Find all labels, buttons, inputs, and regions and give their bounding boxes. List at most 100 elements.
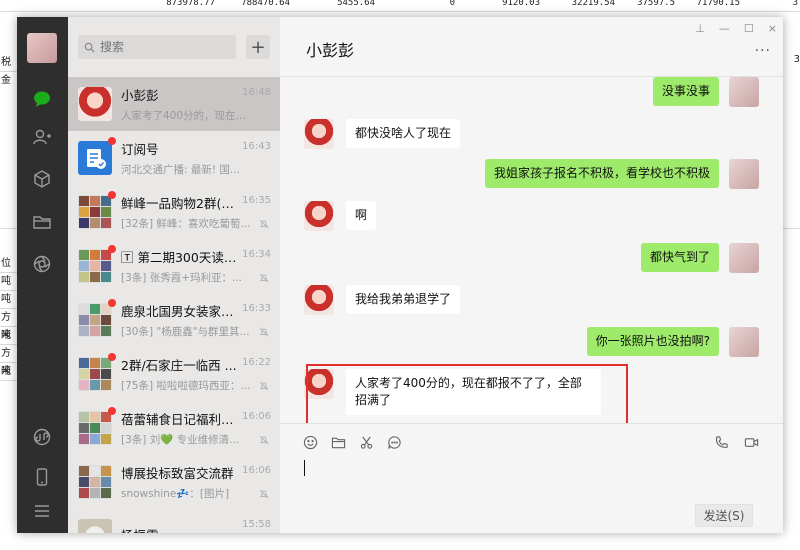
message-bubble: 你一张照片也没拍啊? [586,327,719,356]
chat-icon[interactable] [30,87,54,111]
message-bubble: 都快气到了 [640,243,719,272]
group-avatar [78,299,116,337]
chat-item[interactable]: 鹿泉北国男女装家居... [30条] "杨鹿鑫"与群里其... 16:33 [68,293,280,347]
chat-name: 鹿泉北国男女装家居... [121,304,239,319]
mute-bell-icon [259,327,269,337]
chat-item[interactable]: 小彭彭 人家考了400分的，现在都报不了... 16:48 [68,77,280,131]
phone-icon[interactable] [30,465,54,489]
avatar [729,327,759,357]
contacts-icon[interactable] [30,125,54,149]
voice-call-icon[interactable] [713,434,729,450]
message-mine: 我姐家孩子报名不积极，看学校也不积极 [484,159,759,189]
video-call-icon[interactable] [743,434,759,450]
search-row: + [68,17,280,77]
chat-item[interactable]: 杨振雷 15:58 [68,509,280,533]
chat-preview: 人家考了400分的，现在都报不了... [121,110,251,122]
group-avatar [78,465,112,499]
sheet-cell: 37597.5 [637,0,675,8]
sheet-cell: 5455.64 [337,0,375,8]
sheet-cell: 32219.54 [571,0,615,8]
chat-list-panel: + 小彭彭 人家考了400分的，现在都报不了... 16:48 订阅号 河北交通… [68,17,280,533]
mini-program-icon[interactable] [30,425,54,449]
chat-preview: [75条] 啦啦啦德玛西亚：... [121,380,251,392]
message-list: 没事没事 都快没啥人了现在 我姐家孩子报名不积极，看学校也不积极 啊 都快气到了… [280,77,783,423]
window-controls: ⊥ — ☐ × [695,22,777,35]
message-theirs: 我给我弟弟退学了 [304,285,461,315]
chat-time: 16:43 [242,141,271,152]
group-avatar [78,245,116,283]
chat-name: 杨振雷 [121,525,239,534]
chat-name: 鲜峰一品购物2群(禁... [121,196,239,211]
user-avatar[interactable] [27,33,57,63]
sheet-cell: 873978.77 [166,0,215,8]
sheet-left-label: 税金 [0,54,17,86]
message-bubble: 我给我弟弟退学了 [346,285,461,314]
call-toolbar [713,434,759,450]
file-icon[interactable] [330,434,346,450]
sheet-cell: 3 [792,0,798,8]
message-theirs: 啊 [304,201,377,231]
chat-item[interactable]: 订阅号 河北交通广播: 最新! 国... 16:43 [68,131,280,185]
screenshot-icon[interactable] [358,434,374,450]
chat-history-icon[interactable] [386,434,402,450]
close-button[interactable]: × [768,22,777,35]
unread-badge [108,137,116,145]
maximize-button[interactable]: ☐ [744,22,754,35]
emoji-icon[interactable] [302,434,318,450]
menu-icon[interactable] [30,499,54,523]
folder-icon[interactable] [30,210,54,234]
chat-name: 订阅号 [121,142,159,157]
chat-preview: [3条] 刘💚 专业维修清... [121,434,240,446]
sheet-cell: 9120.03 [502,0,540,8]
more-options-button[interactable]: ··· [755,43,771,59]
search-icon [84,42,95,53]
subscription-icon [78,137,116,175]
avatar [304,201,334,231]
search-input[interactable] [100,40,220,54]
search-box[interactable] [78,35,236,59]
chat-item[interactable]: 鲜峰一品购物2群(禁... [32条] 鲜峰：喜欢吃葡萄... 16:35 [68,185,280,239]
avatar [78,519,112,533]
nav-bar [17,17,68,533]
conversation-panel: 小彭彭 ⊥ — ☐ × ··· 没事没事 都快没啥人了现在 我姐家孩子报名不积极… [280,17,783,533]
unread-badge [108,353,116,361]
chat-time: 16:48 [242,87,271,98]
chat-preview: [30条] "杨鹿鑫"与群里其... [121,326,250,338]
mute-bell-icon [259,381,269,391]
send-button[interactable]: 发送(S) [695,504,753,527]
chat-item[interactable]: 🅃 第二期300天读 ... [3条] 张秀霞+玛利亚：... 16:34 [68,239,280,293]
chat-name: 小彭彭 [121,88,159,103]
pin-button[interactable]: ⊥ [695,22,705,35]
chat-preview: snowshine💤：[图片] [121,488,230,500]
wechat-window: + 小彭彭 人家考了400分的，现在都报不了... 16:48 订阅号 河北交通… [17,17,783,533]
moments-icon[interactable] [30,252,54,276]
message-mine: 都快气到了 [640,243,759,273]
chat-time: 16:33 [242,303,271,314]
avatar [78,87,112,121]
mute-bell-icon [259,435,269,445]
mute-bell-icon [259,273,269,283]
message-bubble: 都快没啥人了现在 [346,119,461,148]
mute-bell-icon [259,219,269,229]
avatar [729,243,759,273]
text-cursor[interactable] [304,460,305,476]
sheet-cell: 0 [449,0,455,8]
chat-item[interactable]: 博展投标致富交流群 snowshine💤：[图片] 16:06 [68,455,280,509]
group-avatar [78,191,116,229]
input-area: 发送(S) [280,423,783,533]
chat-item[interactable]: 蓓蕾辅食日记福利群... [3条] 刘💚 专业维修清... 16:06 [68,401,280,455]
message-bubble: 啊 [346,201,377,230]
input-toolbar [302,434,402,450]
chat-item[interactable]: 2群/石家庄一临西 ... [75条] 啦啦啦德玛西亚：... 16:22 [68,347,280,401]
avatar [304,119,334,149]
chat-preview: 河北交通广播: 最新! 国... [121,164,240,176]
chat-name: 🅃 第二期300天读 ... [121,250,239,265]
group-avatar [78,407,116,445]
chat-time: 15:58 [242,519,271,530]
minimize-button[interactable]: — [719,22,730,35]
favorites-icon[interactable] [30,167,54,191]
chat-time: 16:22 [242,357,271,368]
add-chat-button[interactable]: + [246,35,270,59]
sheet-cell: 71790.15 [696,0,740,8]
sheet-right-cell: 3 [793,54,800,65]
